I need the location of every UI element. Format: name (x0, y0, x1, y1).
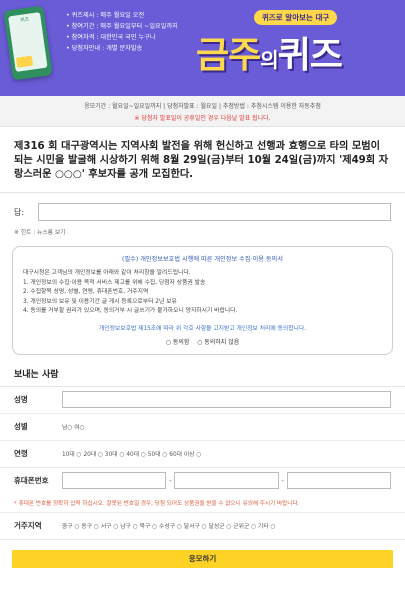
consent-line: 1. 개인정보의 수집·이용 목적 서비스 제고를 위해 수집, 당첨자 상품권… (23, 279, 206, 286)
age-label: 연령 (14, 449, 28, 458)
phone-row: 휴대폰번호 - - (0, 468, 405, 494)
consent-line: 4. 동의를 거부할 권리가 있으며, 동의거부 시 글쓰기가 불가하오니 양지… (23, 308, 238, 314)
answer-row: 답: (0, 193, 405, 221)
consent-body: 대구시청은 고객님의 개인정보를 아래와 같이 처리함을 알려드립니다. 1. … (23, 269, 382, 317)
banner-bullet: • 참여기간 : 매주 월요일부터 ~일요일까지 (66, 23, 178, 30)
banner-subtitle: 퀴즈로 알아보는 대구 (254, 10, 338, 25)
phone-fields: - - (62, 472, 391, 489)
age-row: 연령 10대 ○ 20대 ○ 30대 ○ 40대 ○ 50대 ○ 60대 이상 … (0, 441, 405, 468)
phone-input-2[interactable] (174, 472, 279, 489)
phone-input-3[interactable] (286, 472, 391, 489)
phone-warning: * 휴대폰 번호를 정확히 입력 하십시오. 잘못된 번호일 경우, 당첨 되어… (0, 494, 405, 513)
consent-line: 대구시청은 고객님의 개인정보를 아래와 같이 처리함을 알려드립니다. (23, 270, 191, 276)
banner-bullets: • 퀴즈제시 : 매주 월요일 오전 • 참여기간 : 매주 월요일부터 ~일요… (66, 10, 178, 54)
phone-illustration: 퀴즈 (3, 5, 53, 81)
gender-options[interactable]: 남○ 여○ (62, 422, 85, 431)
phone-separator: - (281, 476, 284, 485)
info-schedule: 응모기간 : 월요일~일요일까지 | 당첨자발표 : 월요일 | 추첨방법 : … (84, 103, 321, 110)
consent-box: (필수) 개인정보보호법 시행에 따른 개인정보 수집·이용 동의서 대구시청은… (12, 246, 393, 355)
quiz-question: 제316 회 대구광역시는 지역사회 발전을 위해 헌신하고 선행과 효행으로 … (0, 127, 405, 193)
info-holiday-notice: ※ 당첨자 발표일이 공휴일인 경우 다음날 발표 됩니다. (134, 115, 271, 122)
banner-bullet: • 참여자격 : 대한민국 국민 누구나 (66, 34, 156, 41)
consent-line: 3. 개인정보의 보유 및 이용기간 글 게시 등록으로부터 2년 보유 (23, 298, 177, 305)
agree-radio[interactable]: ○ 동의함 (166, 339, 190, 346)
name-input[interactable] (62, 391, 391, 408)
disagree-radio[interactable]: ○ 동의하지 않음 (197, 339, 239, 346)
region-label: 거주지역 (14, 521, 42, 530)
gender-label: 성별 (14, 422, 28, 431)
region-row: 거주지역 중구 ○ 동구 ○ 서구 ○ 남구 ○ 북구 ○ 수성구 ○ 달서구 … (0, 513, 405, 540)
answer-label: 답: (14, 207, 25, 217)
answer-input[interactable] (38, 203, 391, 221)
banner-title-main: 금주 (196, 35, 261, 76)
sender-title: 보내는 사람 (0, 355, 405, 387)
consent-note: 개인정보보호법 제15조에 따라 위 각호 사항을 고지받고 개인정보 처리에 … (98, 325, 307, 332)
consent-radios: ○ 동의함 ○ 동의하지 않음 (23, 337, 382, 346)
consent-line: 2. 수집항목 성명, 성별, 연령, 휴대폰번호, 거주지역 (23, 289, 149, 295)
phone-input-1[interactable] (62, 472, 167, 489)
hint-link[interactable]: ※ 힌트 : 뉴스룸 보기 (0, 221, 405, 236)
region-options[interactable]: 중구 ○ 동구 ○ 서구 ○ 남구 ○ 북구 ○ 수성구 ○ 달서구 ○ 달성군… (62, 521, 276, 530)
banner-title: 금주의퀴즈 (196, 26, 343, 78)
consent-heading: (필수) 개인정보보호법 시행에 따른 개인정보 수집·이용 동의서 (122, 256, 283, 263)
banner-bullet: • 퀴즈제시 : 매주 월요일 오전 (66, 12, 145, 19)
banner-title-small: 의 (260, 48, 278, 72)
age-options[interactable]: 10대 ○ 20대 ○ 30대 ○ 40대 ○ 50대 ○ 60대 이상 ○ (62, 449, 201, 458)
banner-bullet: • 당첨자안내 : 개별 문자발송 (66, 45, 143, 52)
name-label: 성명 (14, 395, 28, 404)
info-bar: 응모기간 : 월요일~일요일까지 | 당첨자발표 : 월요일 | 추첨방법 : … (0, 96, 405, 127)
banner-title-end: 퀴즈 (277, 35, 343, 76)
banner: 퀴즈 • 퀴즈제시 : 매주 월요일 오전 • 참여기간 : 매주 월요일부터 … (0, 0, 405, 96)
gender-row: 성별 남○ 여○ (0, 414, 405, 441)
submit-button[interactable]: 응모하기 (12, 549, 393, 568)
phone-label: 휴대폰번호 (14, 476, 49, 485)
name-row: 성명 (0, 387, 405, 414)
phone-separator: - (169, 476, 172, 485)
